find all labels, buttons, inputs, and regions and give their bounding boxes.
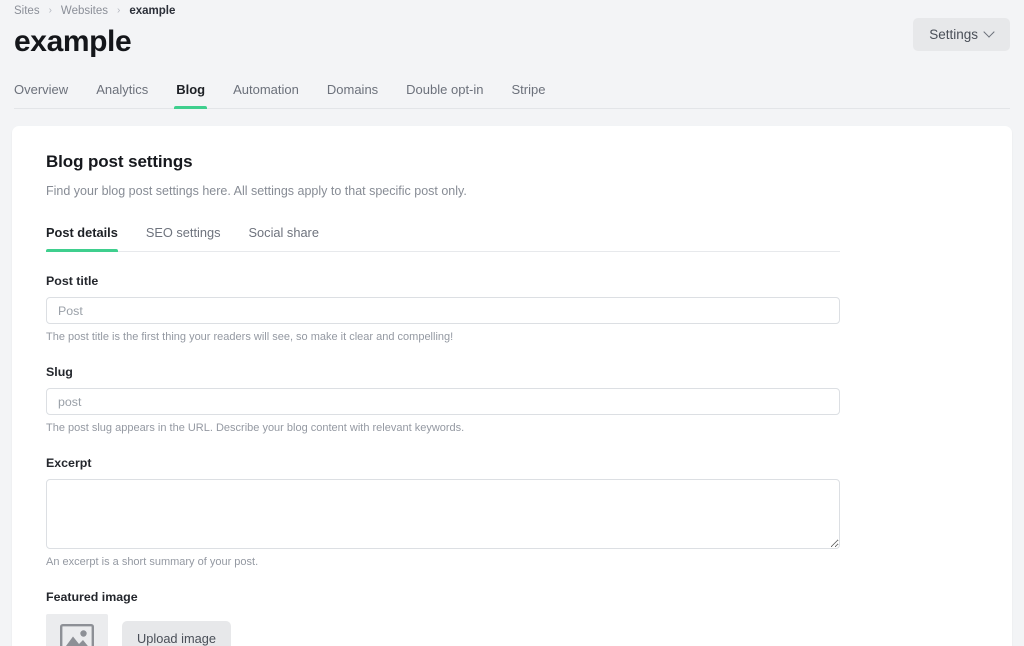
page-title: example [14, 23, 1010, 61]
slug-help-text: The post slug appears in the URL. Descri… [46, 422, 978, 434]
breadcrumb-item-websites[interactable]: Websites [61, 5, 108, 17]
primary-nav-tabs: Overview Analytics Blog Automation Domai… [14, 74, 1010, 109]
tab-overview[interactable]: Overview [14, 82, 82, 108]
settings-button[interactable]: Settings [913, 18, 1010, 51]
tab-label: Double opt-in [406, 82, 483, 97]
tab-label: Analytics [96, 82, 148, 97]
field-post-title: Post title The post title is the first t… [46, 274, 978, 343]
sub-tab-social-share[interactable]: Social share [235, 225, 333, 251]
card-sub-tabs: Post details SEO settings Social share [46, 225, 840, 252]
settings-button-label: Settings [929, 27, 978, 42]
breadcrumb-item-sites[interactable]: Sites [14, 5, 40, 17]
tab-double-opt-in[interactable]: Double opt-in [392, 82, 497, 108]
post-title-input[interactable] [46, 297, 840, 324]
chevron-down-icon [985, 28, 994, 37]
breadcrumb-separator-icon: › [117, 6, 120, 16]
tab-automation[interactable]: Automation [219, 82, 313, 108]
sub-tab-seo-settings[interactable]: SEO settings [132, 225, 235, 251]
tab-label: Automation [233, 82, 299, 97]
breadcrumb-item-example[interactable]: example [129, 5, 175, 17]
post-title-label: Post title [46, 274, 978, 288]
tab-domains[interactable]: Domains [313, 82, 392, 108]
tab-label: Domains [327, 82, 378, 97]
breadcrumb: Sites › Websites › example [14, 0, 1010, 18]
breadcrumb-separator-icon: › [49, 6, 52, 16]
slug-input[interactable] [46, 388, 840, 415]
image-placeholder-icon [46, 614, 108, 646]
blog-post-settings-card: Blog post settings Find your blog post s… [12, 126, 1012, 646]
sub-tab-label: SEO settings [146, 225, 221, 240]
tab-blog[interactable]: Blog [162, 82, 219, 108]
field-excerpt: Excerpt An excerpt is a short summary of… [46, 456, 978, 568]
tab-stripe[interactable]: Stripe [498, 82, 560, 108]
tab-label: Stripe [512, 82, 546, 97]
card-title: Blog post settings [46, 152, 978, 172]
sub-tab-label: Social share [249, 225, 319, 240]
card-subtitle: Find your blog post settings here. All s… [46, 184, 978, 198]
tab-label: Overview [14, 82, 68, 97]
tab-analytics[interactable]: Analytics [82, 82, 162, 108]
excerpt-label: Excerpt [46, 456, 978, 470]
tab-label: Blog [176, 82, 205, 97]
featured-image-label: Featured image [46, 590, 978, 604]
field-featured-image: Featured image Upload image [46, 590, 978, 646]
upload-image-button[interactable]: Upload image [122, 621, 231, 646]
sub-tab-label: Post details [46, 225, 118, 240]
page-header: Sites › Websites › example example Setti… [0, 0, 1024, 109]
field-slug: Slug The post slug appears in the URL. D… [46, 365, 978, 434]
slug-label: Slug [46, 365, 978, 379]
post-title-help-text: The post title is the first thing your r… [46, 331, 978, 343]
excerpt-textarea[interactable] [46, 479, 840, 549]
excerpt-help-text: An excerpt is a short summary of your po… [46, 556, 978, 568]
sub-tab-post-details[interactable]: Post details [46, 225, 132, 251]
